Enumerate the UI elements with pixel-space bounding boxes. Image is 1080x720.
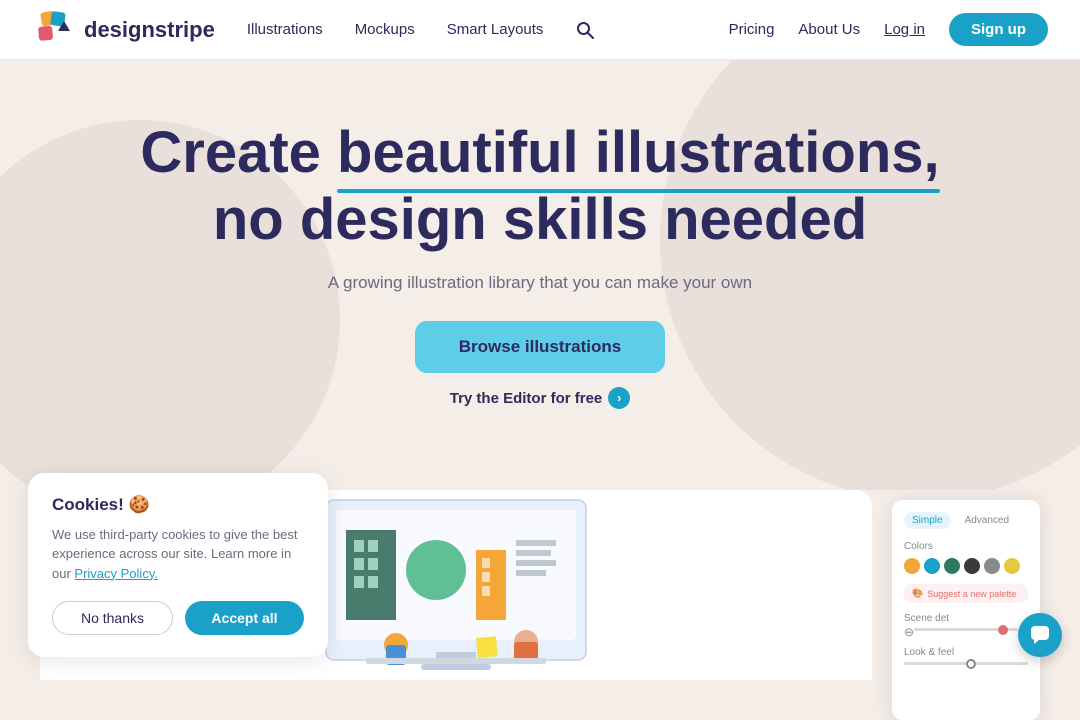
look-feel-slider[interactable]: [904, 662, 1028, 665]
nav-pricing[interactable]: Pricing: [729, 21, 775, 38]
browse-illustrations-button[interactable]: Browse illustrations: [415, 321, 665, 373]
scene-section: Scene det ⊖ ⊕: [904, 613, 1028, 639]
search-icon[interactable]: [575, 20, 595, 40]
look-feel-label: Look & feel: [904, 647, 1028, 658]
nav-about-us[interactable]: About Us: [798, 21, 860, 38]
bottom-section: Cookies! 🍪 We use third-party cookies to…: [0, 490, 1080, 675]
editor-btn-text: Try the Editor for free: [450, 390, 603, 407]
cookies-title: Cookies! 🍪: [52, 495, 304, 515]
editor-button[interactable]: Try the Editor for free ›: [450, 387, 631, 409]
chat-button[interactable]: [1018, 613, 1062, 657]
navbar: designstripe Illustrations Mockups Smart…: [0, 0, 1080, 60]
colors-label: Colors: [904, 541, 1028, 552]
hero-subtitle: A growing illustration library that you …: [328, 273, 752, 293]
hero-section: Create beautiful illustrations, no desig…: [0, 60, 1080, 490]
logo[interactable]: designstripe: [32, 9, 215, 51]
swatch-green[interactable]: [944, 558, 960, 574]
signup-button[interactable]: Sign up: [949, 13, 1048, 46]
arrow-icon: ›: [608, 387, 630, 409]
headline-part1: Create beautiful illustrations,: [140, 120, 939, 185]
no-thanks-button[interactable]: No thanks: [52, 601, 173, 635]
login-button[interactable]: Log in: [884, 21, 925, 38]
scene-controls: ⊖ ⊕: [904, 624, 1028, 639]
swatch-gray[interactable]: [984, 558, 1000, 574]
logo-text: designstripe: [84, 17, 215, 43]
nav-left: designstripe Illustrations Mockups Smart…: [32, 9, 595, 51]
suggest-label: Suggest a new palette: [927, 589, 1016, 599]
headline-part2: no design skills needed: [213, 187, 867, 252]
color-swatches: [904, 558, 1028, 574]
scene-slider[interactable]: [914, 628, 1018, 631]
tab-simple[interactable]: Simple: [904, 512, 951, 529]
tab-advanced[interactable]: Advanced: [957, 512, 1017, 529]
privacy-policy-link[interactable]: Privacy Policy.: [74, 566, 158, 581]
palette-icon: 🎨: [912, 588, 923, 599]
lf-thumb: [966, 659, 976, 669]
logo-icon: [32, 9, 74, 51]
cookies-banner: Cookies! 🍪 We use third-party cookies to…: [28, 473, 328, 658]
nav-smart-layouts[interactable]: Smart Layouts: [447, 21, 544, 38]
cookies-text: We use third-party cookies to give the b…: [52, 525, 304, 584]
editor-tabs: Simple Advanced: [904, 512, 1028, 529]
scene-left-icon: ⊖: [904, 625, 914, 639]
swatch-dark[interactable]: [964, 558, 980, 574]
nav-mockups[interactable]: Mockups: [355, 21, 415, 38]
swatch-orange[interactable]: [904, 558, 920, 574]
accept-all-button[interactable]: Accept all: [185, 601, 304, 635]
cookies-actions: No thanks Accept all: [52, 601, 304, 635]
swatch-blue[interactable]: [924, 558, 940, 574]
scene-slider-thumb: [998, 625, 1008, 635]
nav-illustrations[interactable]: Illustrations: [247, 21, 323, 38]
hero-headline: Create beautiful illustrations, no desig…: [140, 120, 939, 253]
nav-right: Pricing About Us Log in Sign up: [729, 13, 1048, 46]
suggest-palette-button[interactable]: 🎨 Suggest a new palette: [904, 584, 1028, 603]
scene-label: Scene det: [904, 613, 1028, 624]
editor-panel: Simple Advanced Colors 🎨 Suggest a new p…: [892, 500, 1040, 720]
headline-highlight: beautiful illustrations,: [337, 120, 940, 187]
swatch-yellow[interactable]: [1004, 558, 1020, 574]
chat-icon: [1029, 624, 1051, 646]
